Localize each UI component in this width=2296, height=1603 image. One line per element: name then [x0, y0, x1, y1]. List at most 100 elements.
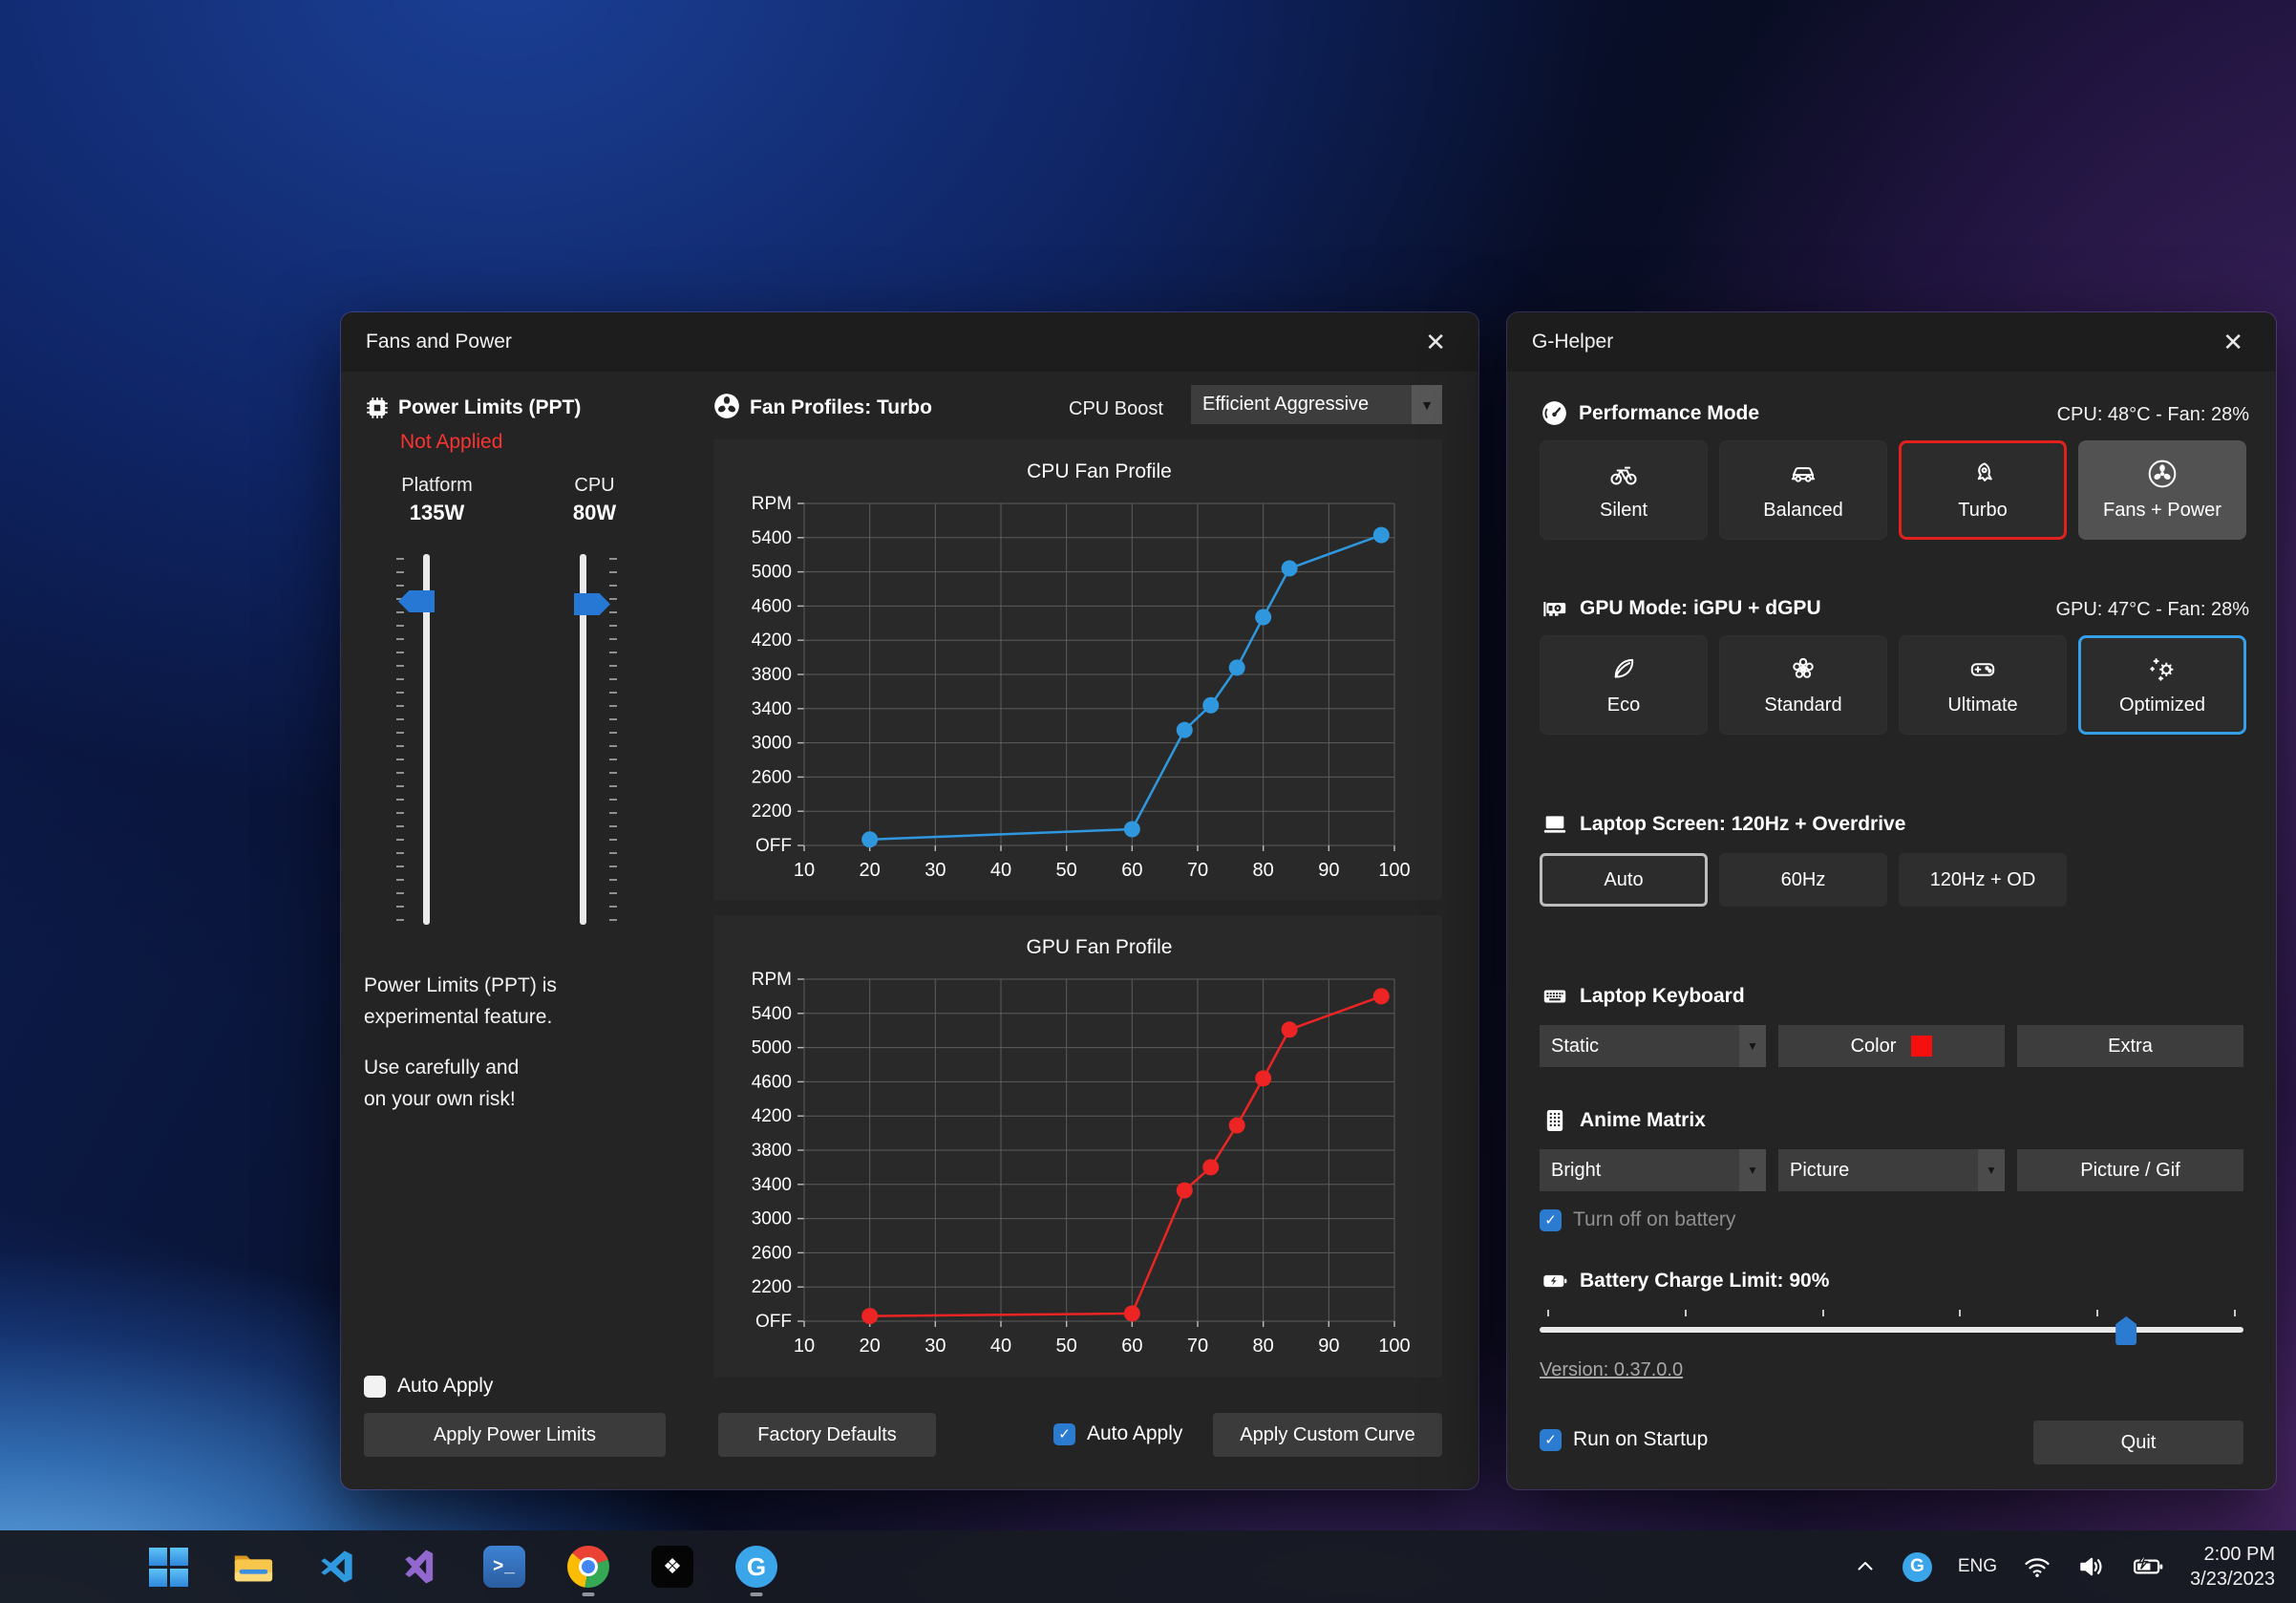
gpu-fan-profile-chart[interactable]: GPU Fan ProfileRPM5400500046004200380034… — [713, 915, 1442, 1378]
g-helper-button[interactable]: G — [733, 1544, 779, 1590]
battery-charge-slider[interactable] — [1540, 1310, 2243, 1348]
run-on-startup-label: Run on Startup — [1573, 1428, 1708, 1451]
run-on-startup-checkbox[interactable]: ✓ — [1540, 1429, 1562, 1451]
slider-ticks — [396, 558, 404, 921]
power-limit-sliders — [358, 554, 673, 925]
svg-text:GPU Fan Profile: GPU Fan Profile — [1027, 936, 1173, 958]
matrix-brightness-dropdown[interactable]: Bright ▼ — [1540, 1149, 1766, 1191]
apply-custom-curve-button[interactable]: Apply Custom Curve — [1213, 1413, 1442, 1457]
battery-slider-track[interactable] — [1540, 1327, 2243, 1333]
chevron-down-icon[interactable]: ▼ — [1412, 385, 1442, 424]
cpu-fan-profile-chart[interactable]: CPU Fan ProfileRPM5400500046004200380034… — [713, 439, 1442, 900]
file-explorer-button[interactable] — [229, 1544, 275, 1590]
version-link[interactable]: Version: 0.37.0.0 — [1540, 1359, 1683, 1381]
run-on-startup-row: ✓ Run on Startup — [1540, 1428, 1708, 1451]
mode-fans-power-button[interactable]: Fans + Power — [2078, 440, 2246, 540]
mode-turbo-button[interactable]: Turbo — [1899, 440, 2067, 540]
anime-matrix-header: Anime Matrix — [1541, 1107, 1706, 1134]
svg-text:80: 80 — [1253, 860, 1274, 881]
car-icon — [1788, 459, 1818, 489]
color-swatch — [1911, 1036, 1932, 1057]
g-helper-titlebar[interactable]: G-Helper ✕ — [1507, 312, 2276, 372]
gpu-eco-button[interactable]: Eco — [1540, 635, 1708, 735]
cpu-slider-thumb[interactable] — [574, 593, 610, 615]
gpu-mode-header: GPU Mode: iGPU + dGPU — [1541, 595, 1821, 622]
chevron-down-icon: ▼ — [1978, 1149, 2005, 1191]
mode-balanced-button[interactable]: Balanced — [1719, 440, 1887, 540]
running-indicator — [751, 1592, 763, 1596]
clock[interactable]: 2:00 PM 3/23/2023 — [2190, 1542, 2275, 1592]
turn-off-on-battery-row: ✓ Turn off on battery — [1540, 1208, 1735, 1231]
keyboard-icon — [1541, 983, 1568, 1010]
quit-button[interactable]: Quit — [2033, 1421, 2243, 1464]
battery-slider-thumb[interactable] — [2115, 1316, 2137, 1345]
turn-off-on-battery-checkbox[interactable]: ✓ — [1540, 1209, 1562, 1231]
close-icon[interactable]: ✕ — [1417, 326, 1454, 358]
vs-code-button[interactable] — [313, 1544, 359, 1590]
svg-text:10: 10 — [794, 1336, 815, 1357]
screen-120hz-od-button[interactable]: 120Hz + OD — [1899, 853, 2067, 907]
svg-text:4600: 4600 — [752, 1072, 792, 1092]
language-indicator[interactable]: ENG — [1958, 1556, 1997, 1577]
wifi-icon[interactable] — [2023, 1552, 2052, 1581]
curve-auto-apply-label: Auto Apply — [1087, 1422, 1182, 1445]
chrome-icon — [567, 1546, 609, 1588]
cpu-temp-fan-status: CPU: 48°C - Fan: 28% — [2057, 404, 2249, 426]
power-limits-status: Not Applied — [400, 431, 502, 454]
fans-window-titlebar[interactable]: Fans and Power ✕ — [341, 312, 1478, 372]
chevron-up-icon[interactable] — [1854, 1555, 1877, 1578]
gamepad-icon — [1967, 653, 1998, 684]
keyboard-color-button[interactable]: Color — [1778, 1025, 2005, 1067]
svg-text:5000: 5000 — [752, 563, 792, 583]
svg-text:3400: 3400 — [752, 1175, 792, 1195]
svg-text:60: 60 — [1121, 860, 1142, 881]
keyboard-mode-dropdown[interactable]: Static ▼ — [1540, 1025, 1766, 1067]
cpu-boost-dropdown[interactable]: Efficient Aggressive ▼ — [1191, 385, 1442, 424]
flower-icon — [1788, 653, 1818, 684]
screen-auto-button[interactable]: Auto — [1540, 853, 1708, 907]
svg-text:10: 10 — [794, 860, 815, 881]
tray-time: 2:00 PM — [2190, 1542, 2275, 1567]
svg-text:50: 50 — [1056, 1336, 1077, 1357]
keyboard-extra-button[interactable]: Extra — [2017, 1025, 2243, 1067]
gpu-optimized-button[interactable]: Optimized — [2078, 635, 2246, 735]
close-icon[interactable]: ✕ — [2215, 326, 2251, 358]
tidal-button[interactable]: ❖ — [649, 1544, 695, 1590]
apply-power-limits-button[interactable]: Apply Power Limits — [364, 1413, 666, 1457]
battery-tray-icon[interactable] — [2132, 1550, 2164, 1583]
cpu-label: CPU — [516, 475, 673, 497]
chip-icon — [364, 395, 391, 421]
start-button[interactable] — [145, 1544, 191, 1590]
chrome-button[interactable] — [565, 1544, 611, 1590]
svg-text:4600: 4600 — [752, 596, 792, 616]
svg-text:4200: 4200 — [752, 631, 792, 651]
mode-silent-button[interactable]: Silent — [1540, 440, 1708, 540]
matrix-content-dropdown[interactable]: Picture ▼ — [1778, 1149, 2005, 1191]
anime-matrix-controls-row: Bright ▼ Picture ▼ Picture / Gif — [1540, 1149, 2243, 1191]
slider-ticks — [609, 558, 617, 921]
fan-icon — [2147, 459, 2178, 489]
g-helper-title: G-Helper — [1532, 331, 1613, 353]
power-auto-apply-checkbox[interactable] — [364, 1376, 386, 1398]
curve-auto-apply-checkbox[interactable]: ✓ — [1053, 1423, 1075, 1445]
gpu-ultimate-button[interactable]: Ultimate — [1899, 635, 2067, 735]
matrix-picture-gif-button[interactable]: Picture / Gif — [2017, 1149, 2243, 1191]
svg-text:90: 90 — [1318, 1336, 1339, 1357]
matrix-content-value: Picture — [1790, 1160, 1849, 1182]
visual-studio-button[interactable] — [397, 1544, 443, 1590]
g-helper-tray-icon[interactable]: G — [1903, 1552, 1932, 1582]
gpu-temp-fan-status: GPU: 47°C - Fan: 28% — [2055, 599, 2249, 621]
fan-icon — [713, 393, 740, 419]
power-limits-header: Power Limits (PPT) — [398, 396, 581, 419]
volume-icon[interactable] — [2077, 1552, 2106, 1581]
running-indicator — [583, 1592, 595, 1596]
system-tray: G ENG 2:00 PM 3/23/2023 — [1854, 1530, 2275, 1603]
taskbar: >_ ❖ G G ENG — [0, 1530, 2296, 1603]
screen-60hz-button[interactable]: 60Hz — [1719, 853, 1887, 907]
gpu-standard-button[interactable]: Standard — [1719, 635, 1887, 735]
factory-defaults-button[interactable]: Factory Defaults — [718, 1413, 936, 1457]
terminal-button[interactable]: >_ — [481, 1544, 527, 1590]
svg-text:4200: 4200 — [752, 1106, 792, 1126]
slider-ticks — [1547, 1310, 2236, 1317]
gpu-mode-buttons: Eco Standard Ultimate Optimized — [1540, 635, 2246, 735]
